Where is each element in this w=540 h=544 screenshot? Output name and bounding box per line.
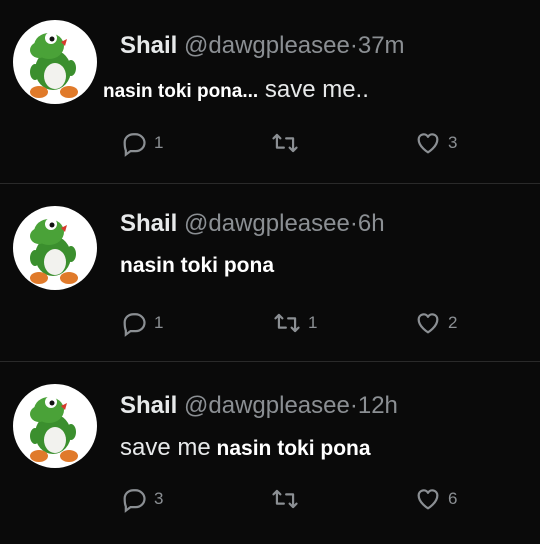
tweet-text-part: nasin toki pona bbox=[210, 437, 371, 460]
user-handle[interactable]: @dawgpleasee bbox=[184, 210, 350, 237]
heart-icon bbox=[417, 133, 439, 154]
timestamp[interactable]: 6h bbox=[358, 210, 385, 237]
retweet-button[interactable]: 1 bbox=[272, 308, 317, 338]
like-count: 6 bbox=[448, 489, 458, 508]
tweet-text-part: save me.. bbox=[258, 76, 369, 103]
user-handle[interactable]: @dawgpleasee bbox=[184, 32, 350, 59]
yoshi-avatar-icon bbox=[30, 32, 78, 98]
display-name[interactable]: Shail bbox=[120, 32, 177, 59]
tweet-header: Shail @dawgpleasee·12h bbox=[120, 392, 398, 420]
tweet-text: save me nasin toki pona bbox=[120, 434, 371, 462]
display-name[interactable]: Shail bbox=[120, 210, 177, 237]
reply-button[interactable]: 1 bbox=[120, 308, 163, 338]
reply-button[interactable]: 3 bbox=[120, 484, 163, 514]
retweet-icon bbox=[274, 313, 300, 333]
tweet-actions: 1 3 bbox=[120, 128, 520, 158]
reply-count: 1 bbox=[154, 133, 164, 152]
tweet-header: Shail @dawgpleasee·6h bbox=[120, 210, 385, 238]
like-count: 3 bbox=[448, 133, 458, 152]
tweet-text-part: save me bbox=[120, 434, 211, 461]
retweet-icon bbox=[272, 489, 298, 509]
heart-icon bbox=[417, 489, 439, 510]
display-name[interactable]: Shail bbox=[120, 392, 177, 419]
yoshi-avatar-icon bbox=[30, 396, 78, 462]
tweet[interactable]: Shail @dawgpleasee·6h nasin toki pona 1 … bbox=[0, 183, 540, 362]
reply-count: 1 bbox=[154, 313, 164, 332]
like-button[interactable]: 2 bbox=[414, 308, 457, 338]
tweet-header: Shail @dawgpleasee·37m bbox=[120, 32, 405, 60]
heart-icon bbox=[417, 313, 439, 334]
avatar[interactable] bbox=[13, 20, 97, 104]
timestamp[interactable]: 37m bbox=[358, 32, 405, 59]
tweet-text-part: nasin toki pona... bbox=[103, 81, 259, 102]
yoshi-avatar-icon bbox=[30, 218, 78, 284]
tweet[interactable]: Shail @dawgpleasee·37m nasin toki pona..… bbox=[0, 0, 540, 183]
retweet-button[interactable] bbox=[270, 484, 306, 514]
reply-icon bbox=[123, 313, 146, 337]
like-count: 2 bbox=[448, 313, 458, 332]
tweet-text: nasin toki pona bbox=[120, 254, 274, 278]
reply-icon bbox=[123, 489, 146, 513]
retweet-button[interactable] bbox=[270, 128, 306, 158]
retweet-count: 1 bbox=[308, 313, 318, 332]
like-button[interactable]: 6 bbox=[414, 484, 457, 514]
separator: · bbox=[349, 32, 358, 59]
tweet-actions: 3 6 bbox=[120, 484, 520, 514]
user-handle[interactable]: @dawgpleasee bbox=[184, 392, 350, 419]
separator: · bbox=[349, 392, 358, 419]
tweet-text-part: nasin toki pona bbox=[120, 254, 275, 277]
timestamp[interactable]: 12h bbox=[358, 392, 398, 419]
like-button[interactable]: 3 bbox=[414, 128, 457, 158]
separator: · bbox=[349, 210, 358, 237]
tweet-actions: 1 1 2 bbox=[120, 308, 520, 338]
tweet-text: nasin toki pona... save me.. bbox=[103, 76, 369, 104]
avatar[interactable] bbox=[13, 384, 97, 468]
reply-count: 3 bbox=[154, 489, 164, 508]
retweet-icon bbox=[272, 133, 298, 153]
reply-button[interactable]: 1 bbox=[120, 128, 163, 158]
tweet[interactable]: Shail @dawgpleasee·12h save me nasin tok… bbox=[0, 361, 540, 544]
reply-icon bbox=[123, 133, 146, 157]
avatar[interactable] bbox=[13, 206, 97, 290]
